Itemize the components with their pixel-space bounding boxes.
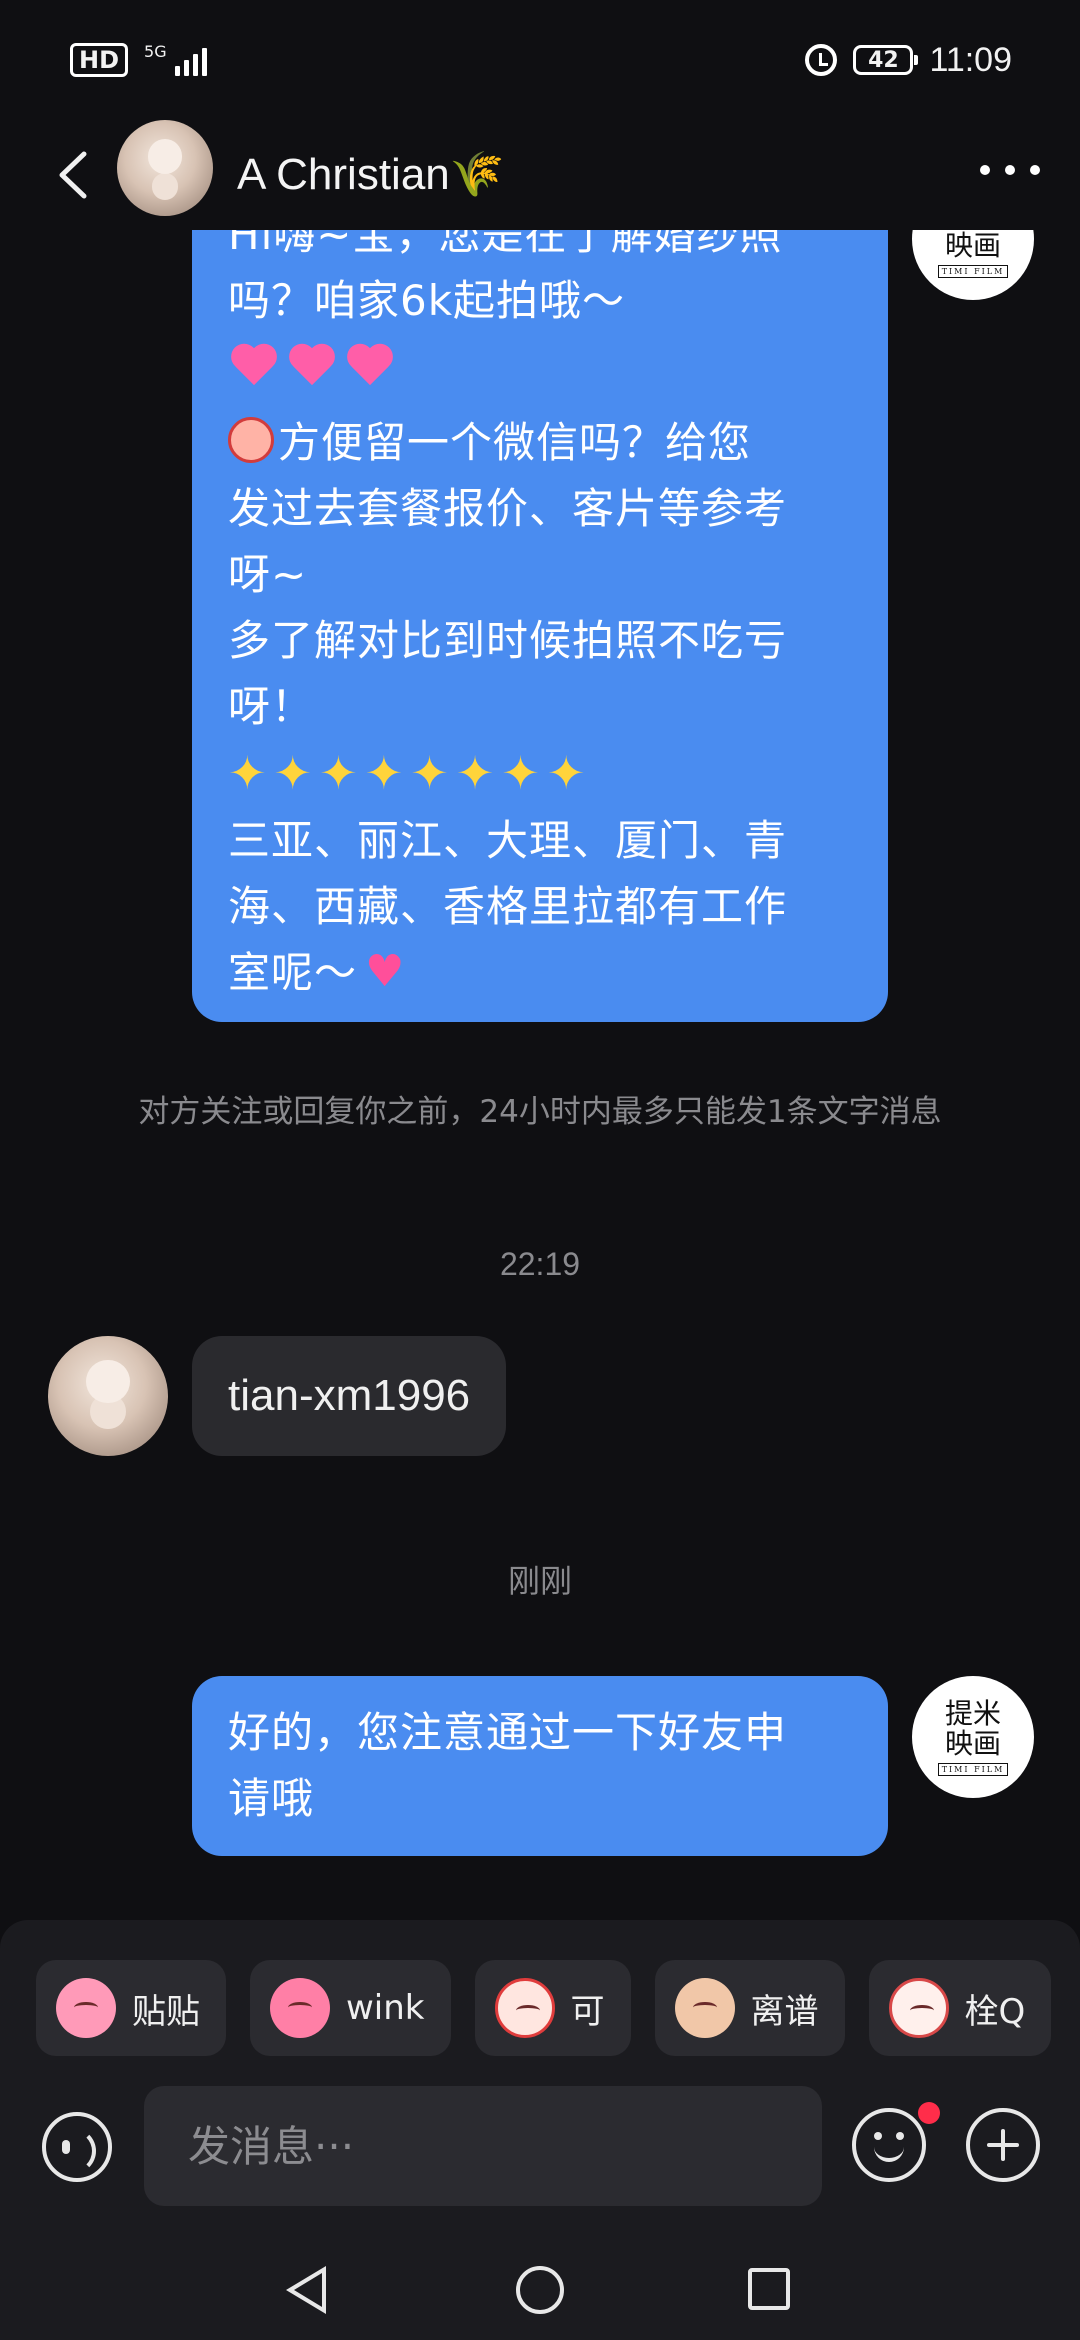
- brand-avatar[interactable]: 提米映画 TIMI FILM: [912, 1676, 1034, 1798]
- input-row: [0, 2086, 1080, 2206]
- chat-messages[interactable]: Hi嗨~宝，您是在了解婚纱照 吗？咱家6k起拍哦～ 方便留一个微信吗？给您 发过…: [0, 230, 1080, 1920]
- system-navigation-bar: [0, 2240, 1080, 2340]
- sticker-ok-icon: [494, 1978, 555, 2038]
- quick-reply-chip[interactable]: 贴贴: [36, 1960, 226, 2056]
- outgoing-message-bubble[interactable]: 好的，您注意通过一下好友申 请哦: [192, 1676, 888, 1856]
- message-line: 好的，您注意通过一下好友申: [228, 1708, 788, 1757]
- sparkle-icon: ✦: [273, 746, 314, 800]
- two-hearts-icon: [365, 939, 409, 1005]
- outgoing-message-bubble[interactable]: Hi嗨~宝，您是在了解婚纱照 吗？咱家6k起拍哦～ 方便留一个微信吗？给您 发过…: [192, 230, 888, 1022]
- quick-reply-chip[interactable]: 栓Q: [868, 1960, 1052, 2056]
- message-input[interactable]: [144, 2086, 822, 2206]
- heart-icon: [228, 343, 280, 391]
- message-line: 呀~: [228, 550, 308, 599]
- sparkle-icon: ✦: [455, 746, 496, 800]
- back-arrow-icon[interactable]: [52, 150, 96, 200]
- heart-icon: [344, 343, 396, 391]
- battery-level: 42: [868, 47, 899, 73]
- timestamp: 22:19: [499, 1246, 581, 1282]
- quick-reply-chip[interactable]: 可: [474, 1960, 631, 2056]
- sparkle-icon: ✦: [546, 746, 587, 800]
- status-bar: HD 5G 42 11:09: [0, 0, 1080, 120]
- message-line: 请哦: [228, 1774, 315, 1823]
- sticker-wink-icon: [270, 1978, 330, 2038]
- sparkle-icon: ✦: [364, 746, 405, 800]
- message-line: 吗？咱家6k起拍哦～: [228, 276, 626, 325]
- message-line: 呀！: [228, 682, 315, 731]
- heart-icon: [286, 343, 338, 391]
- message-line: 发过去套餐报价、客片等参考: [228, 484, 788, 533]
- brand-avatar-text: 提米映画: [944, 230, 1001, 262]
- notification-dot: [918, 2102, 940, 2124]
- chat-header: A Christian🌾: [0, 120, 1080, 230]
- quick-reply-chip[interactable]: wink: [250, 1960, 451, 2056]
- status-right: 42 11:09: [805, 41, 1012, 80]
- brand-avatar[interactable]: 提米映画 TIMI FILM: [912, 230, 1034, 300]
- sparkle-icon: ✦: [410, 746, 450, 800]
- signal-icon: 5G: [144, 44, 207, 76]
- brand-avatar-subtext: TIMI FILM: [937, 264, 1009, 278]
- quick-reply-label: 可: [570, 1991, 605, 2032]
- sticker-thankyou-icon: [888, 1978, 949, 2038]
- status-left: HD 5G: [70, 43, 207, 77]
- quick-reply-label: 栓Q: [964, 1991, 1026, 2032]
- quick-reply-label: 离谱: [750, 1991, 819, 2032]
- nav-recents-icon[interactable]: [748, 2268, 790, 2310]
- message-line: Hi嗨~宝，您是在了解婚纱照: [228, 230, 783, 259]
- quick-reply-row[interactable]: 贴贴 wink 可 离谱 栓Q: [36, 1960, 1052, 2056]
- system-notice: 对方关注或回复你之前，24小时内最多只能发1条文字消息: [138, 1094, 942, 1130]
- incoming-message-bubble[interactable]: tian-xm1996: [192, 1336, 507, 1456]
- sticker-facepalm-icon: [674, 1978, 735, 2038]
- contact-avatar[interactable]: [117, 120, 213, 216]
- more-options-icon[interactable]: [980, 160, 1040, 180]
- sparkle-icon: ✦: [501, 746, 541, 800]
- message-line: 海、西藏、香格里拉都有工作: [228, 882, 788, 931]
- incoming-avatar[interactable]: [48, 1336, 168, 1456]
- composer-panel: 贴贴 wink 可 离谱 栓Q: [0, 1920, 1080, 2340]
- sparkle-icon: ✦: [319, 746, 359, 800]
- hearts-emoji-row: [228, 334, 396, 400]
- network-type: 5G: [144, 42, 167, 61]
- brand-avatar-subtext: TIMI FILM: [937, 1762, 1009, 1776]
- sticker-hug-icon: [56, 1978, 116, 2038]
- message-line: 多了解对比到时候拍照不吃亏: [228, 616, 788, 665]
- sparkles-emoji-row: ✦ ✦ ✦ ✦ ✦ ✦ ✦ ✦: [228, 740, 586, 806]
- emoji-icon[interactable]: [852, 2108, 926, 2182]
- nav-home-icon[interactable]: [516, 2266, 564, 2314]
- contact-name[interactable]: A Christian🌾: [237, 148, 505, 200]
- sparkle-icon: ✦: [228, 746, 268, 800]
- message-line: 方便留一个微信吗？给您: [228, 410, 852, 476]
- message-line: 室呢～: [228, 939, 852, 1006]
- quick-reply-chip[interactable]: 离谱: [654, 1960, 845, 2056]
- quick-reply-label: wink: [346, 1988, 425, 2028]
- message-line: 三亚、丽江、大理、厦门、青: [228, 816, 788, 865]
- plus-icon[interactable]: [966, 2108, 1040, 2182]
- voice-input-icon[interactable]: [42, 2112, 112, 2182]
- timestamp: 刚刚: [507, 1563, 572, 1599]
- status-time: 11:09: [929, 40, 1012, 79]
- hd-badge: HD: [70, 43, 129, 77]
- nav-back-icon[interactable]: [286, 2266, 326, 2314]
- alarm-icon: [805, 44, 838, 76]
- brand-avatar-text: 提米映画: [944, 1696, 1001, 1760]
- peach-sticker-icon: [228, 417, 274, 463]
- quick-reply-label: 贴贴: [132, 1991, 200, 2032]
- battery-icon: 42: [853, 45, 919, 75]
